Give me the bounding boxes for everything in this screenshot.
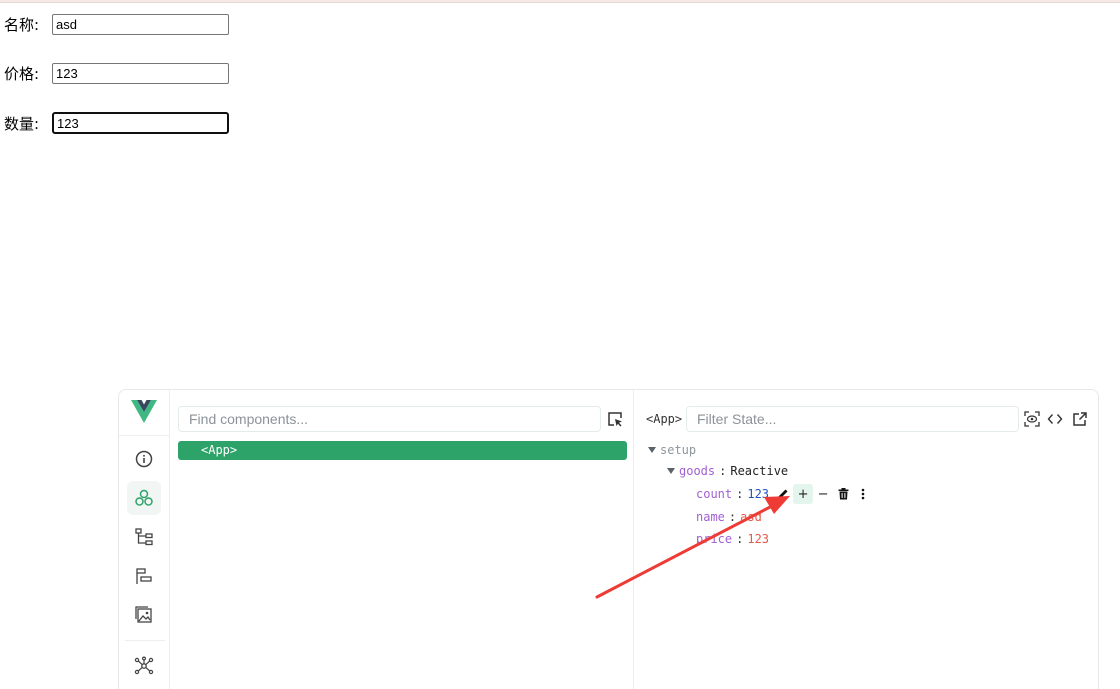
state-colon: : xyxy=(728,510,737,524)
state-key: goods xyxy=(679,464,716,478)
price-label: 价格: xyxy=(4,65,40,83)
target-eye-icon xyxy=(1024,411,1040,427)
count-input[interactable] xyxy=(52,112,229,134)
router-graph-tab[interactable] xyxy=(127,649,161,683)
assets-icon xyxy=(135,606,152,623)
decrement-icon: − xyxy=(817,486,829,502)
scroll-to-component-button[interactable] xyxy=(1023,410,1041,428)
state-value: asd xyxy=(740,510,762,524)
state-prop-count[interactable]: count : 123 + − xyxy=(696,484,873,504)
increment-button[interactable]: + xyxy=(793,484,814,504)
more-icon xyxy=(861,488,865,500)
overview-tab[interactable] xyxy=(127,442,161,476)
more-actions-button[interactable] xyxy=(853,484,873,504)
delete-icon xyxy=(838,488,849,500)
state-prop-price[interactable]: price : 123 xyxy=(696,532,769,546)
component-tree-tab[interactable] xyxy=(127,520,161,554)
state-type: Reactive xyxy=(730,464,789,478)
price-input[interactable] xyxy=(52,63,229,84)
devtools-sidebar xyxy=(119,390,170,689)
assets-tab[interactable] xyxy=(127,598,161,632)
components-pane: <App> xyxy=(170,390,634,689)
vue-devtools-panel: <App> <App> setup xyxy=(118,389,1099,689)
components-icon xyxy=(135,489,153,506)
tree-item-label: <App> xyxy=(201,443,238,457)
expand-caret-icon[interactable] xyxy=(648,447,656,453)
filter-state-input[interactable] xyxy=(686,406,1019,432)
state-value: 123 xyxy=(747,532,770,546)
state-value: 123 xyxy=(747,487,770,501)
browser-top-edge xyxy=(0,0,1120,3)
edit-icon xyxy=(778,489,788,499)
sidebar-divider xyxy=(119,435,170,436)
find-components-input[interactable] xyxy=(178,406,601,432)
info-icon xyxy=(135,450,153,468)
state-prop-name[interactable]: name : asd xyxy=(696,510,762,524)
name-label: 名称: xyxy=(4,16,40,34)
code-icon xyxy=(1047,414,1063,424)
cursor-select-icon xyxy=(608,412,622,427)
state-section-setup[interactable]: setup xyxy=(648,443,696,457)
state-inspector-pane: <App> setup xyxy=(635,390,1098,689)
vue-logo-icon xyxy=(131,400,157,423)
name-input[interactable] xyxy=(52,14,229,35)
price-row: 价格: xyxy=(4,63,229,84)
state-section-label: setup xyxy=(660,443,697,457)
state-colon: : xyxy=(736,487,744,501)
open-in-editor-button[interactable] xyxy=(1071,410,1089,428)
component-tree-icon xyxy=(135,528,153,546)
count-label: 数量: xyxy=(4,114,40,133)
state-colon: : xyxy=(719,464,727,478)
increment-icon: + xyxy=(797,486,809,502)
state-key: price xyxy=(696,532,733,546)
inspect-source-button[interactable] xyxy=(1046,410,1064,428)
timeline-tab[interactable] xyxy=(127,559,161,593)
state-key: name xyxy=(696,510,725,524)
tree-item-app[interactable]: <App> xyxy=(178,441,627,460)
external-link-icon xyxy=(1073,412,1087,426)
selected-component-name: <App> xyxy=(646,412,683,426)
state-object-goods[interactable]: goods : Reactive xyxy=(667,464,788,478)
sidebar-divider xyxy=(125,640,165,641)
state-key: count xyxy=(696,487,733,501)
count-row: 数量: xyxy=(4,112,229,134)
delete-button[interactable] xyxy=(833,484,853,504)
state-colon: : xyxy=(736,532,744,546)
name-row: 名称: xyxy=(4,14,229,35)
components-tab[interactable] xyxy=(127,481,161,515)
select-component-in-page-button[interactable] xyxy=(606,410,624,428)
timeline-icon xyxy=(136,568,152,584)
router-graph-icon xyxy=(134,656,154,675)
edit-value-button[interactable] xyxy=(773,484,793,504)
decrement-button[interactable]: − xyxy=(813,484,833,504)
expand-caret-icon[interactable] xyxy=(667,468,675,474)
